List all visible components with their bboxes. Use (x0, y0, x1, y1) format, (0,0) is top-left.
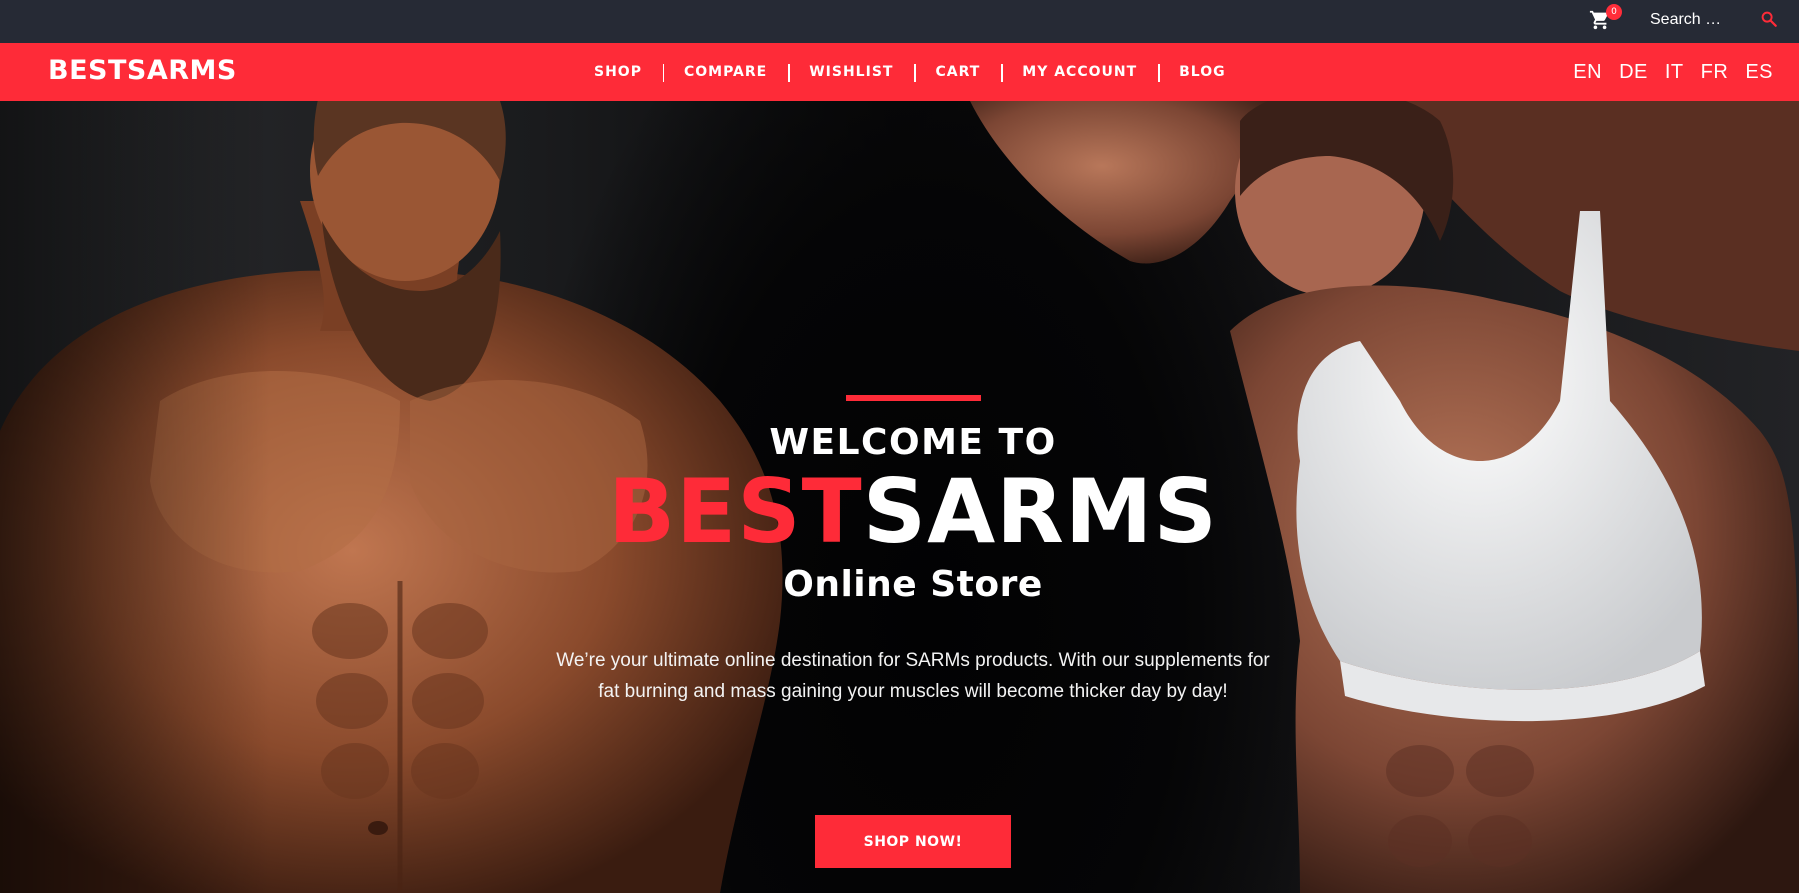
shop-now-button[interactable]: SHOP NOW! (815, 815, 1011, 868)
nav-item-shop[interactable]: SHOP (573, 43, 663, 101)
site-logo[interactable]: BESTSARMS (48, 55, 237, 86)
lang-it[interactable]: IT (1665, 61, 1684, 84)
nav-item-cart[interactable]: CART (914, 43, 1001, 101)
search-icon (1761, 11, 1777, 27)
nav-item-blog[interactable]: BLOG (1158, 43, 1247, 101)
nav-item-wishlist[interactable]: WISHLIST (788, 43, 914, 101)
cart-button[interactable]: 0 (1589, 4, 1622, 33)
hero-brand: BESTSARMS (0, 456, 1799, 568)
lang-es[interactable]: ES (1745, 61, 1773, 84)
hero-subtitle: Online Store (783, 564, 1043, 605)
lang-fr[interactable]: FR (1701, 61, 1729, 84)
hero-description: We’re your ultimate online destination f… (556, 650, 1270, 702)
cart-count-badge: 0 (1606, 4, 1622, 20)
hero-brand-red: BEST (608, 460, 863, 563)
hero-brand-white: SARMS (862, 460, 1218, 563)
hero-content: WELCOME TO BESTSARMS Online Store We’re … (0, 101, 1799, 893)
lang-de[interactable]: DE (1619, 61, 1648, 84)
language-switcher: EN DE IT FR ES (1573, 43, 1773, 101)
lang-en[interactable]: EN (1573, 61, 1602, 84)
nav-item-my-account[interactable]: MY ACCOUNT (1001, 43, 1158, 101)
top-utility-bar: 0 (0, 0, 1799, 43)
main-navbar: BESTSARMS SHOP COMPARE WISHLIST CART MY … (0, 43, 1799, 101)
nav-item-compare[interactable]: COMPARE (662, 43, 788, 101)
search-input[interactable] (1650, 8, 1760, 32)
main-nav: SHOP COMPARE WISHLIST CART MY ACCOUNT BL… (573, 43, 1247, 101)
hero-section: WELCOME TO BESTSARMS Online Store We’re … (0, 101, 1799, 893)
search-button[interactable] (1760, 10, 1780, 30)
accent-line (846, 395, 981, 401)
